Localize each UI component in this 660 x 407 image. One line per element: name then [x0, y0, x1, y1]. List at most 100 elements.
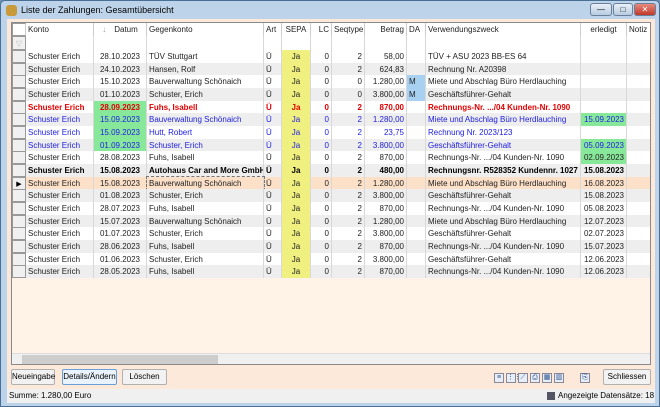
column-header-betrag[interactable]: Betrag: [365, 23, 407, 36]
row-selector[interactable]: ▶: [12, 176, 26, 190]
table-row[interactable]: Schuster Erich 28.06.2023 Fuhs, Isabell Ü Ja…: [12, 240, 650, 254]
table-row[interactable]: Schuster Erich 24.10.2023 Hansen, Rolf Ü Ja 0…: [12, 62, 650, 76]
cell-seqtype: 2: [332, 214, 365, 228]
column-header-konto[interactable]: Konto: [26, 23, 94, 36]
cell-sepa: Ja: [282, 252, 311, 266]
list-view-icon[interactable]: ≡: [494, 373, 504, 383]
table-row[interactable]: Schuster Erich 28.10.2023 TÜV Stuttgart Ü Ja…: [12, 50, 650, 63]
cell-erledigt: 15.09.2023: [581, 113, 627, 127]
table-row[interactable]: Schuster Erich 15.07.2023 Bauverwaltung Sc…: [12, 214, 650, 228]
export-icon[interactable]: ⎘: [580, 373, 590, 383]
cell-art: Ü: [264, 138, 282, 152]
maximize-button[interactable]: □: [613, 3, 633, 16]
column-header-da[interactable]: DA: [407, 23, 426, 36]
payments-grid[interactable]: Konto ↓ Datum Gegenkonto Art SEPA LC Seqtype Bet…: [11, 22, 651, 365]
cell-lc: 0: [311, 50, 332, 63]
filter-icon[interactable]: ▽: [12, 36, 26, 50]
cell-art: Ü: [264, 252, 282, 266]
filter-cell[interactable]: [264, 36, 282, 50]
row-selector[interactable]: [12, 189, 26, 203]
cell-betrag: 1.280,00: [365, 75, 407, 89]
horizontal-scrollbar[interactable]: [12, 353, 650, 364]
filter-cell[interactable]: [26, 36, 94, 50]
close-window-button[interactable]: ✕: [634, 3, 656, 16]
filter-cell[interactable]: [426, 36, 581, 50]
table-row[interactable]: Schuster Erich 01.09.2023 Schuster, Erich Ü…: [12, 138, 650, 152]
row-selector[interactable]: [12, 214, 26, 228]
cell-lc: 0: [311, 176, 332, 190]
row-selector[interactable]: [12, 265, 26, 279]
cell-erledigt: 05.09.2023: [581, 138, 627, 152]
cell-konto: Schuster Erich: [26, 75, 94, 89]
row-selector[interactable]: [12, 164, 26, 178]
row-selector[interactable]: [12, 151, 26, 165]
row-selector[interactable]: [12, 62, 26, 76]
print-icon[interactable]: ⎙: [530, 373, 540, 383]
row-selector[interactable]: [12, 88, 26, 101]
close-button[interactable]: Schliessen: [603, 369, 651, 385]
minimize-button[interactable]: —: [590, 3, 612, 16]
filter-cell[interactable]: [581, 36, 627, 50]
filter-cell[interactable]: [332, 36, 365, 50]
table-row[interactable]: Schuster Erich 28.07.2023 Fuhs, Isabell Ü Ja…: [12, 202, 650, 216]
column-header-verwendungszweck[interactable]: Verwendungszweck: [426, 23, 581, 36]
filter-cell[interactable]: [365, 36, 407, 50]
column-header-gegenkonto[interactable]: Gegenkonto: [147, 23, 264, 36]
table-row[interactable]: Schuster Erich 01.08.2023 Schuster, Erich Ü…: [12, 189, 650, 203]
row-selector[interactable]: [12, 75, 26, 89]
cell-datum: 01.06.2023: [94, 252, 147, 266]
row-selector[interactable]: [12, 227, 26, 241]
row-selector[interactable]: [12, 126, 26, 140]
filter-cell[interactable]: [147, 36, 264, 50]
cell-konto: Schuster Erich: [26, 265, 94, 279]
column-header-lc[interactable]: LC: [311, 23, 332, 36]
column-header-label: LC: [318, 25, 329, 34]
new-button[interactable]: Neueingabe: [11, 369, 55, 385]
table-row[interactable]: Schuster Erich 15.09.2023 Bauverwaltung Sc…: [12, 113, 650, 127]
cell-lc: 0: [311, 164, 332, 178]
delete-button[interactable]: Löschen: [122, 369, 167, 385]
table-row[interactable]: Schuster Erich 01.06.2023 Schuster, Erich Ü…: [12, 252, 650, 266]
column-header-notiz[interactable]: Notiz: [627, 23, 650, 36]
table-row[interactable]: Schuster Erich 15.08.2023 Autohaus Car and…: [12, 164, 650, 178]
cell-lc: 0: [311, 189, 332, 203]
columns-icon[interactable]: ▥: [554, 373, 564, 383]
row-selector[interactable]: [12, 113, 26, 127]
row-selector[interactable]: [12, 100, 26, 114]
column-header-datum[interactable]: ↓ Datum: [94, 23, 147, 36]
cell-verwendungszweck: Miete und Abschlag Büro Herdlauching: [426, 113, 581, 127]
filter-clear-icon[interactable]: ⟋: [518, 373, 528, 383]
table-row[interactable]: Schuster Erich 28.08.2023 Fuhs, Isabell Ü Ja…: [12, 151, 650, 165]
column-header-art[interactable]: Art: [264, 23, 282, 36]
column-header-seqtype[interactable]: Seqtype: [332, 23, 365, 36]
row-selector[interactable]: [12, 240, 26, 254]
cell-gegenkonto: Fuhs, Isabell: [147, 265, 264, 279]
filter-cell[interactable]: [311, 36, 332, 50]
cell-da: [407, 151, 426, 165]
cell-sepa: Ja: [282, 88, 311, 101]
table-row[interactable]: Schuster Erich 15.10.2023 Bauverwaltung Sc…: [12, 75, 650, 89]
cell-lc: 0: [311, 151, 332, 165]
column-header-sepa[interactable]: SEPA: [282, 23, 311, 36]
calculator-icon[interactable]: ▦: [542, 373, 552, 383]
cell-seqtype: 2: [332, 252, 365, 266]
details-edit-button[interactable]: Details/Ändern: [62, 369, 117, 385]
table-row[interactable]: Schuster Erich 15.09.2023 Hutt, Robert Ü Ja 0…: [12, 126, 650, 140]
table-row[interactable]: Schuster Erich 01.07.2023 Schuster, Erich Ü…: [12, 227, 650, 241]
filter-cell[interactable]: [94, 36, 147, 50]
table-row[interactable]: Schuster Erich 01.10.2023 Schuster, Erich Ü…: [12, 88, 650, 101]
cell-lc: 0: [311, 75, 332, 89]
row-selector[interactable]: [12, 138, 26, 152]
scrollbar-thumb[interactable]: [22, 355, 218, 364]
column-header-erledigt[interactable]: erledigt: [581, 23, 627, 36]
row-selector[interactable]: [12, 252, 26, 266]
table-row[interactable]: Schuster Erich 28.05.2023 Fuhs, Isabell Ü Ja…: [12, 265, 650, 279]
grid-view-icon[interactable]: ⋮⋮: [506, 373, 521, 383]
table-row[interactable]: ▶ Schuster Erich 15.08.2023 Bauverwaltung S…: [12, 175, 650, 191]
filter-cell[interactable]: [407, 36, 426, 50]
row-selector[interactable]: [12, 50, 26, 63]
row-selector[interactable]: [12, 202, 26, 216]
filter-cell[interactable]: [627, 36, 650, 50]
filter-cell[interactable]: [282, 36, 311, 50]
table-row[interactable]: Schuster Erich 28.09.2023 Fuhs, Isabell Ü Ja…: [12, 100, 650, 114]
